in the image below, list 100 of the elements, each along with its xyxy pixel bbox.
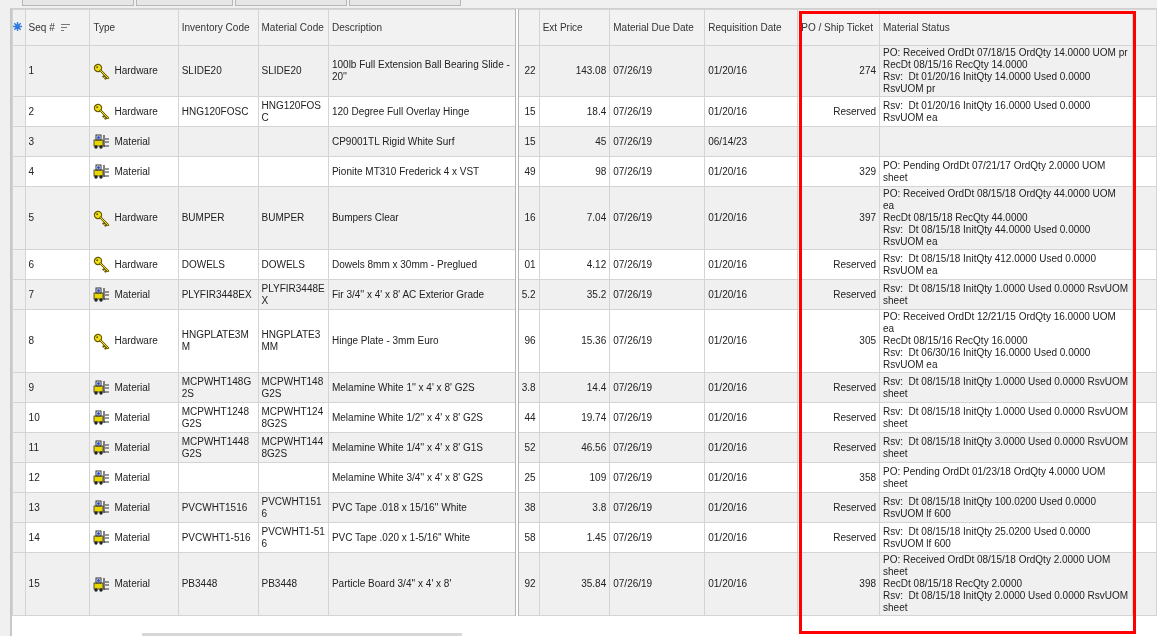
table-row[interactable]	[12, 186, 1157, 250]
table-cell: Material	[114, 135, 151, 148]
tab[interactable]	[22, 0, 134, 6]
table-cell: Hardware	[114, 212, 158, 224]
table-cell: PO: Received OrdDt 12/21/15 OrdQty 16.0000 UOM ea RecDt 08/15/16 RecQty 16.0000 Rsv: Dt 06/30/16 InitQty 16.0000 Used 0.0000 RsvUOM ea	[879, 309, 1133, 373]
table-cell: Fir 3/4'' x 4' x 8' AC Exterior Grade	[328, 279, 517, 310]
table-cell: PO: Received OrdDt 08/15/18 OrdQty 2.0000 UOM sheet RecDt 08/15/18 RecQty 2.0000 Rsv: Dt 08/15/18 InitQty 2.0000 Used 0.0000 RsvUOM sheet	[879, 552, 1133, 616]
table-cell: MCPWHT148G2S	[258, 372, 329, 403]
table-cell: PVCWHT1516	[258, 492, 329, 523]
tab[interactable]	[235, 0, 347, 6]
table-cell: Rsv: Dt 01/20/16 InitQty 16.0000 Used 0.0000 RsvUOM ea	[879, 96, 1133, 127]
table-cell: Rsv: Dt 08/15/18 InitQty 412.0000 Used 0.0000 RsvUOM ea	[879, 249, 1133, 280]
table-cell: Material	[114, 411, 151, 424]
forklift-icon	[93, 409, 111, 426]
table-cell: BUMPER	[258, 186, 329, 250]
table-cell: 6	[25, 249, 90, 280]
table-row[interactable]: 13 Material PVCWHT1516 PVCWHT1516 PVC Tape .018 x 15/16'' White 38 3.8 07/26/19 01/20/16 Reserved Rsv: Dt 08/15/18 InitQty 100.0200 Used 0.0000 RsvUOM lf 600	[12, 492, 1157, 523]
table-cell: 01/20/16	[704, 522, 798, 553]
table-cell: 52	[516, 432, 540, 463]
table-cell: 329	[797, 156, 880, 187]
key-icon	[93, 62, 111, 80]
table-cell: 1	[25, 45, 90, 97]
table-cell: Hardware	[114, 65, 158, 77]
table-cell: 01/20/16	[704, 372, 798, 403]
forklift-icon	[93, 379, 111, 396]
table-cell: 01/20/16	[704, 552, 798, 616]
table-cell: 305	[797, 309, 880, 373]
table-cell: 3.8	[539, 492, 610, 523]
table-cell: 16	[516, 186, 540, 250]
table-cell: 07/26/19	[609, 96, 705, 127]
table-cell: HNG120FOSC	[258, 96, 329, 127]
forklift-icon	[93, 286, 111, 303]
table-cell: 06/14/23	[704, 126, 798, 157]
table-cell: 5.2	[516, 279, 540, 310]
forklift-icon	[93, 499, 111, 516]
table-cell: PLYFIR3448EX	[258, 279, 329, 310]
table-cell: Rsv: Dt 08/15/18 InitQty 3.0000 Used 0.0000 RsvUOM sheet	[879, 432, 1133, 463]
table-row[interactable]: 3 Material CP9001TL Rigid White Surf 15 45 07/26/19 06/14/23	[12, 126, 1157, 157]
table-cell: HNGPLATE3MM	[258, 309, 329, 373]
table-cell: 1.45	[539, 522, 610, 553]
table-cell: 358	[797, 462, 880, 493]
table-cell: Rsv: Dt 08/15/18 InitQty 1.0000 Used 0.0000 RsvUOM sheet	[879, 372, 1133, 403]
table-cell: 35.2	[539, 279, 610, 310]
table-cell: PO: Pending OrdDt 01/23/18 OrdQty 4.0000 UOM sheet	[879, 462, 1133, 493]
table-cell: Reserved	[797, 522, 880, 553]
table-cell: Hardware	[114, 258, 158, 271]
table-cell: HNG120FOSC	[178, 96, 258, 127]
table-cell: 01/20/16	[704, 462, 798, 493]
table-cell: 07/26/19	[609, 156, 705, 187]
table-row[interactable]	[12, 45, 1157, 97]
table-cell: Reserved	[797, 96, 880, 127]
table-cell: 07/26/19	[609, 492, 705, 523]
table-cell: PO: Pending OrdDt 07/21/17 OrdQty 2.0000 UOM sheet	[879, 156, 1133, 187]
table-cell: 7.04	[539, 186, 610, 250]
table-cell: SLIDE20	[258, 45, 329, 97]
table-cell: 07/26/19	[609, 522, 705, 553]
table-cell: Rsv: Dt 08/15/18 InitQty 1.0000 Used 0.0000 RsvUOM sheet	[879, 402, 1133, 433]
table-cell: Material	[114, 441, 151, 454]
table-cell: 11	[25, 432, 90, 463]
column-header[interactable]: Type	[89, 9, 179, 46]
table-cell: 35.84	[539, 552, 610, 616]
scrollbar[interactable]	[142, 633, 462, 636]
table-cell: DOWELS	[178, 249, 258, 280]
table-cell: CP9001TL Rigid White Surf	[328, 126, 517, 157]
table-cell: Reserved	[797, 249, 880, 280]
table-cell: 8	[25, 309, 90, 373]
table-cell: HNGPLATE3MM	[178, 309, 258, 373]
table-cell: 7	[25, 279, 90, 310]
table-cell: Rsv: Dt 08/15/18 InitQty 25.0200 Used 0.0000 RsvUOM lf 600	[879, 522, 1133, 553]
key-icon	[93, 256, 111, 273]
table-cell: Bumpers Clear	[328, 186, 517, 250]
table-cell: Melamine White 1/4'' x 4' x 8' G1S	[328, 432, 517, 463]
table-cell: 07/26/19	[609, 249, 705, 280]
column-header[interactable]: Material Due Date	[609, 9, 705, 46]
column-header[interactable]: Requisition Date	[704, 9, 798, 46]
key-icon	[93, 209, 111, 227]
tab[interactable]	[349, 0, 461, 6]
table-cell: Particle Board 3/4'' x 4' x 8'	[328, 552, 517, 616]
table-cell: Material	[114, 471, 151, 484]
table-cell: 2	[25, 96, 90, 127]
table-cell: Material	[114, 288, 151, 301]
table-cell: 100lb Full Extension Ball Bearing Slide - 20''	[328, 45, 517, 97]
table-cell: 10	[25, 402, 90, 433]
table-cell: 4	[25, 156, 90, 187]
column-header[interactable]: Seq #	[25, 9, 90, 46]
table-cell: 01/20/16	[704, 432, 798, 463]
table-cell: 92	[516, 552, 540, 616]
table-row[interactable]	[12, 552, 1157, 616]
column-header[interactable]: Ext Price	[539, 9, 610, 46]
column-header[interactable]: Description	[328, 9, 517, 46]
column-header[interactable]	[516, 9, 540, 46]
table-cell: PVC Tape .018 x 15/16'' White	[328, 492, 517, 523]
table-cell: Rsv: Dt 08/15/18 InitQty 100.0200 Used 0.0000 RsvUOM lf 600	[879, 492, 1133, 523]
tab[interactable]	[136, 0, 233, 6]
table-cell: MCPWHT1448G2S	[178, 432, 258, 463]
table-cell: Melamine White 1'' x 4' x 8' G2S	[328, 372, 517, 403]
column-header[interactable]: Inventory Code	[178, 9, 258, 46]
table-cell: MCPWHT1448G2S	[258, 432, 329, 463]
column-header[interactable]: Material Code	[258, 9, 329, 46]
forklift-icon	[93, 439, 111, 456]
